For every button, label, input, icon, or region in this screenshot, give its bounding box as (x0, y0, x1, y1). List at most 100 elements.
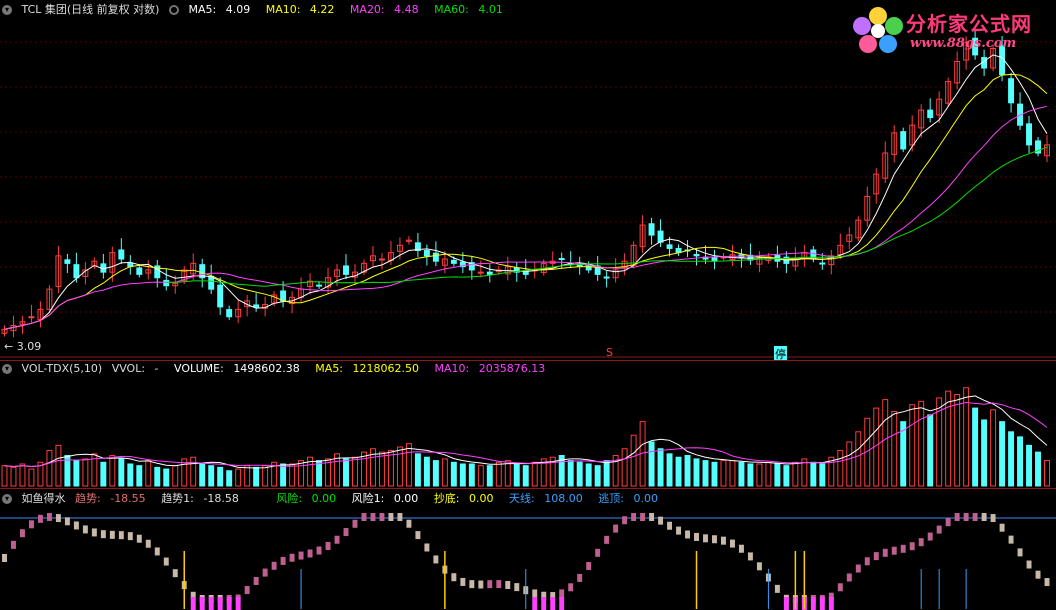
volume-bar (684, 455, 691, 487)
volume-bar (531, 461, 538, 487)
volume-pane[interactable]: ▾ VOL-TDX(5,10) VVOL: - VOLUME: 1498602.… (0, 360, 1056, 489)
low-price-label: ← 3.09 (4, 340, 42, 353)
oscillator-bar (837, 583, 843, 592)
volume-bar (909, 404, 916, 487)
volume-bar (19, 463, 26, 487)
sky-indicator: 天线: 108.00 (509, 492, 583, 505)
ma20-line (4, 105, 1048, 330)
bottom-indicator: 抄底: 0.00 (433, 492, 494, 505)
oscillator-bar (55, 514, 61, 523)
oscillator-bar (846, 573, 852, 582)
volume-bar (100, 461, 107, 487)
bottom-signal-bar (819, 597, 825, 610)
oscillator-bar (882, 548, 888, 557)
oscillator-bar (145, 539, 151, 548)
oscillator-bar (109, 530, 115, 539)
bottom-signal-bar (541, 597, 547, 610)
volume-bar (720, 460, 727, 487)
volume-bar (226, 470, 233, 487)
oscillator-bar (1035, 570, 1041, 579)
oscillator-bar (118, 531, 124, 540)
volume-bar (918, 400, 925, 487)
ma60-line (166, 146, 1048, 287)
candle-body (217, 284, 224, 308)
volume-bar (378, 451, 385, 487)
oscillator-bar (972, 513, 978, 521)
oscillator-bar (289, 553, 295, 562)
volume-bar (405, 443, 412, 487)
volume-bar (280, 463, 287, 487)
volume-bar (1017, 436, 1024, 487)
oscillator-bar (658, 516, 664, 525)
bottom-signal-bar (208, 597, 214, 610)
oscillator-bar (2, 554, 7, 562)
volume-bar (289, 463, 296, 487)
volume-bar (1044, 460, 1050, 487)
volume-bar (145, 460, 152, 487)
volume-bar (693, 458, 700, 487)
oscillator-bar (334, 535, 340, 544)
volume-bar (702, 460, 709, 487)
candle-body (648, 223, 655, 236)
oscillator-bar (990, 514, 996, 523)
candle-body (1026, 123, 1033, 146)
volume-bar (621, 448, 628, 487)
volume-bar (199, 463, 206, 487)
volume-bar (414, 453, 421, 487)
oscillator-bar (577, 573, 583, 582)
volume-bars-chart (1, 387, 1050, 487)
chevron-down-icon[interactable]: ▾ (2, 364, 12, 374)
volume-bar (1008, 431, 1015, 487)
oscillator-bar (460, 577, 466, 586)
candle-body (666, 244, 673, 249)
volume-bar (513, 463, 520, 487)
volume-bar (675, 456, 682, 487)
oscillator-bar (900, 544, 906, 553)
oscillator-bar (388, 513, 394, 521)
oscillator-bar (613, 524, 619, 533)
indicator-pane[interactable]: ▾ 如鱼得水 趋势: -18.55 趋势1: -18.58 风险: 0.00 风… (0, 488, 1056, 610)
candle-body (378, 258, 385, 261)
oscillator-bar (945, 518, 951, 527)
volume-bar (46, 449, 53, 487)
oscillator-bar (64, 517, 70, 526)
volume-bar (343, 458, 349, 487)
volume-bar (855, 431, 862, 487)
oscillator-bar (154, 547, 160, 556)
volume-bar (109, 455, 116, 487)
settings-circle-icon[interactable]: ● (168, 5, 179, 15)
oscillator-bar (280, 556, 286, 565)
chevron-down-icon[interactable]: ▾ (2, 5, 12, 15)
oscillator-bar (298, 551, 304, 560)
volume-bar (630, 434, 637, 487)
risk1-indicator: 风险1: 0.00 (351, 492, 419, 505)
oscillator-bar (487, 580, 493, 589)
volume-bar (468, 463, 475, 487)
oscillator-bar (28, 520, 34, 529)
candle-body (819, 262, 826, 265)
watermark-url-text: www.88gs.com (910, 36, 1017, 51)
chevron-down-icon[interactable]: ▾ (2, 494, 12, 504)
oscillator-bar (514, 583, 520, 592)
ind-header: ▾ 如鱼得水 趋势: -18.55 趋势1: -18.58 风险: 0.00 风… (2, 490, 670, 506)
oscillator-chart (0, 513, 1056, 610)
oscillator-bar (325, 542, 331, 551)
volume-bar (711, 461, 718, 487)
oscillator-bar (694, 532, 699, 541)
oscillator-bar (361, 513, 367, 521)
oscillator-bar (406, 519, 412, 528)
oscillator-bar (244, 586, 250, 595)
oscillator-bar (253, 576, 259, 585)
price-chart-pane[interactable]: ▾ TCL 集团(日线 前复权 对数) ● MA5: 4.09 MA10: 4.… (0, 0, 1056, 360)
oscillator-bar (667, 521, 673, 530)
oscillator-bar (568, 583, 574, 592)
volume-bar (747, 463, 754, 487)
candle-body (136, 267, 143, 275)
volume-bar (567, 460, 574, 487)
volume-bar (783, 465, 790, 487)
oscillator-bar (855, 564, 861, 573)
volume-bar (441, 458, 448, 487)
volume-bar (396, 446, 403, 487)
ind-name: 如鱼得水 (21, 492, 66, 505)
volume-bar (945, 390, 952, 487)
